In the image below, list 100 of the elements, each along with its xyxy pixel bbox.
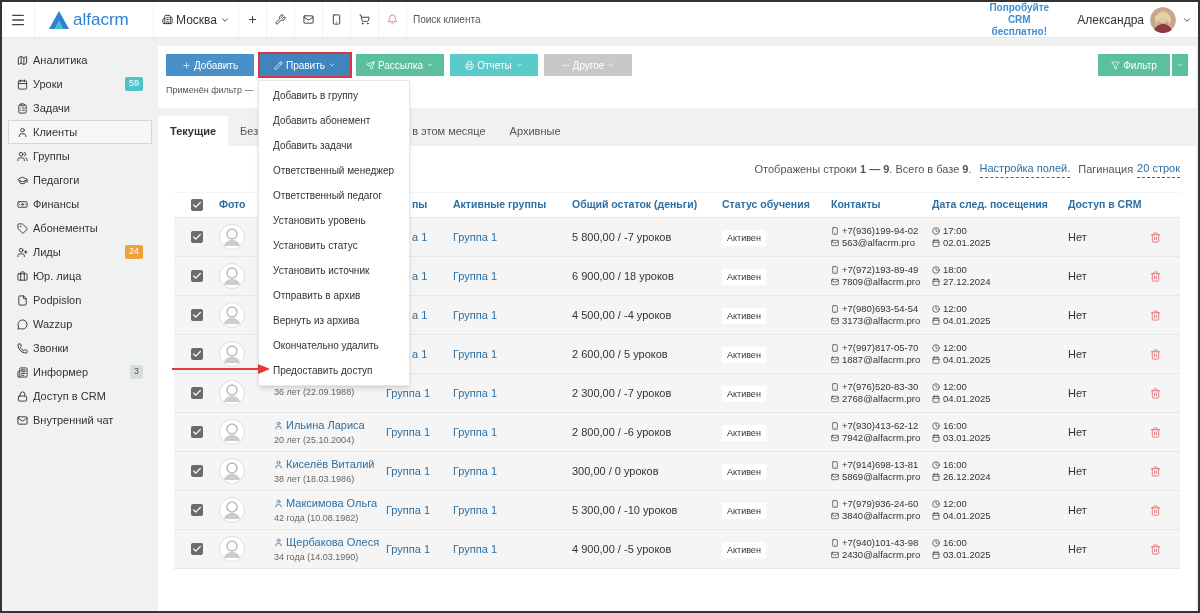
sidebar-item[interactable]: Юр. лица: [8, 264, 152, 288]
checkbox[interactable]: [190, 199, 203, 211]
city-dropdown[interactable]: Москва: [154, 2, 239, 37]
group-link[interactable]: Группа 1: [386, 425, 431, 438]
group-link[interactable]: Группа 1: [453, 269, 498, 282]
group-link[interactable]: Группа 1: [453, 386, 498, 399]
group-link[interactable]: а 1: [412, 308, 428, 321]
client-name-link[interactable]: Щербакова Олеся: [286, 534, 380, 551]
wrench-icon[interactable]: [274, 14, 286, 25]
tab[interactable]: Текущие: [158, 116, 229, 146]
pagination-link[interactable]: 20 строк: [1137, 160, 1180, 178]
search-field[interactable]: Поиск клиента: [412, 12, 713, 27]
visit-time: 16:00: [943, 459, 967, 471]
status-tag: Активен: [722, 502, 766, 519]
sidebar-item[interactable]: Уроки 59: [8, 72, 152, 96]
checkbox[interactable]: [190, 387, 203, 399]
phone-icon[interactable]: [330, 14, 342, 25]
menu-item[interactable]: Окончательно удалить: [259, 333, 409, 358]
column-header[interactable]: Доступ в CRM: [1068, 198, 1142, 211]
phone-icon: [831, 227, 839, 235]
menu-item[interactable]: Предоставить доступ: [259, 358, 409, 383]
person-icon: [274, 537, 283, 547]
sidebar-item[interactable]: Информер 3: [8, 360, 152, 384]
column-header[interactable]: Контакты: [831, 198, 881, 211]
menu-item[interactable]: Установить уровень: [259, 208, 409, 233]
group-link[interactable]: а 1: [412, 230, 428, 243]
column-header[interactable]: Статус обучения: [722, 198, 810, 211]
client-name-link[interactable]: Ильина Лариса: [286, 417, 365, 434]
phone-icon: [831, 500, 839, 508]
checkbox[interactable]: [190, 504, 203, 516]
phone-icon: [831, 266, 839, 274]
menu-item[interactable]: Установить статус: [259, 233, 409, 258]
phone-icon: [831, 539, 839, 547]
nav-icon: [17, 294, 28, 306]
menu-item[interactable]: Добавить задачи: [259, 133, 409, 158]
sidebar-item[interactable]: Podpislon: [8, 288, 152, 312]
sidebar-item[interactable]: Группы: [8, 144, 152, 168]
group-link[interactable]: Группа 1: [386, 464, 431, 477]
checkbox[interactable]: [190, 270, 203, 282]
menu-item[interactable]: Вернуть из архива: [259, 308, 409, 333]
sidebar-item[interactable]: Внутренний чат: [8, 408, 152, 432]
group-link[interactable]: Группа 1: [386, 542, 431, 555]
checkbox[interactable]: [190, 231, 203, 243]
client-name-link[interactable]: Максимова Ольга: [286, 495, 378, 512]
menu-item[interactable]: Ответственный менеджер: [259, 158, 409, 183]
fields-settings-link[interactable]: Настройка полей.: [979, 160, 1071, 178]
user-name[interactable]: Александра: [1077, 10, 1144, 29]
menu-item[interactable]: Установить источник: [259, 258, 409, 283]
column-header[interactable]: Фото: [219, 198, 246, 211]
balance-cell: 5 300,00 / -10 уроков: [572, 503, 678, 516]
group-link[interactable]: а 1: [412, 269, 428, 282]
menu-item[interactable]: Ответственный педагог: [259, 183, 409, 208]
phone-number: +7(972)193-89-49: [842, 264, 919, 276]
mail-icon: [831, 434, 839, 442]
group-link[interactable]: Группа 1: [453, 503, 498, 516]
sidebar-item[interactable]: Доступ в CRM: [8, 384, 152, 408]
group-link[interactable]: а 1: [412, 347, 428, 360]
menu-item[interactable]: Отправить в архив: [259, 283, 409, 308]
column-header[interactable]: Общий остаток (деньги): [572, 198, 698, 211]
group-link[interactable]: Группа 1: [453, 230, 498, 243]
mail-icon: [831, 512, 839, 520]
cart-icon[interactable]: [358, 14, 370, 25]
add-icon[interactable]: [246, 14, 258, 25]
checkbox[interactable]: [190, 348, 203, 360]
sidebar-item[interactable]: Педагоги: [8, 168, 152, 192]
filter-icon: [1111, 60, 1121, 70]
checkbox[interactable]: [190, 543, 203, 555]
group-link[interactable]: Группа 1: [453, 542, 498, 555]
toolbar-button[interactable]: Править: [260, 54, 350, 76]
group-link[interactable]: Группа 1: [453, 347, 498, 360]
group-link[interactable]: Группа 1: [453, 425, 498, 438]
sidebar-item[interactable]: Задачи: [8, 96, 152, 120]
group-link[interactable]: Группа 1: [453, 308, 498, 321]
balance-cell: 4 900,00 / -5 уроков: [572, 542, 672, 555]
checkbox[interactable]: [190, 309, 203, 321]
group-link[interactable]: Группа 1: [453, 464, 498, 477]
sidebar-item[interactable]: Звонки: [8, 336, 152, 360]
client-name-link[interactable]: Киселёв Виталий: [286, 456, 375, 473]
menu-item[interactable]: Добавить абонемент: [259, 108, 409, 133]
sidebar-item[interactable]: Wazzup: [8, 312, 152, 336]
checkbox[interactable]: [190, 426, 203, 438]
mail-icon[interactable]: [302, 14, 314, 25]
visit-date: 04.01.2025: [943, 510, 991, 522]
sidebar-item[interactable]: Лиды 24: [8, 240, 152, 264]
column-header[interactable]: пы: [412, 198, 428, 211]
clock-icon: [932, 305, 940, 313]
group-link[interactable]: Группа 1: [386, 386, 431, 399]
sidebar-item[interactable]: Абонементы: [8, 216, 152, 240]
sidebar-item[interactable]: Финансы: [8, 192, 152, 216]
tab[interactable]: Архивные: [497, 116, 573, 146]
group-link[interactable]: Группа 1: [386, 503, 431, 516]
visit-date: 03.01.2025: [943, 432, 991, 444]
column-header[interactable]: Активные группы: [453, 198, 547, 211]
promo-link[interactable]: Попробуйте CRM бесплатно!: [979, 2, 1060, 38]
sidebar-item[interactable]: Аналитика: [8, 48, 152, 72]
menu-item[interactable]: Добавить в группу: [259, 83, 409, 108]
checkbox[interactable]: [190, 465, 203, 477]
column-header[interactable]: Дата след. посещения: [932, 198, 1048, 211]
sidebar-item[interactable]: Клиенты: [8, 120, 152, 144]
toolbar-button[interactable]: Добавить: [166, 54, 254, 76]
